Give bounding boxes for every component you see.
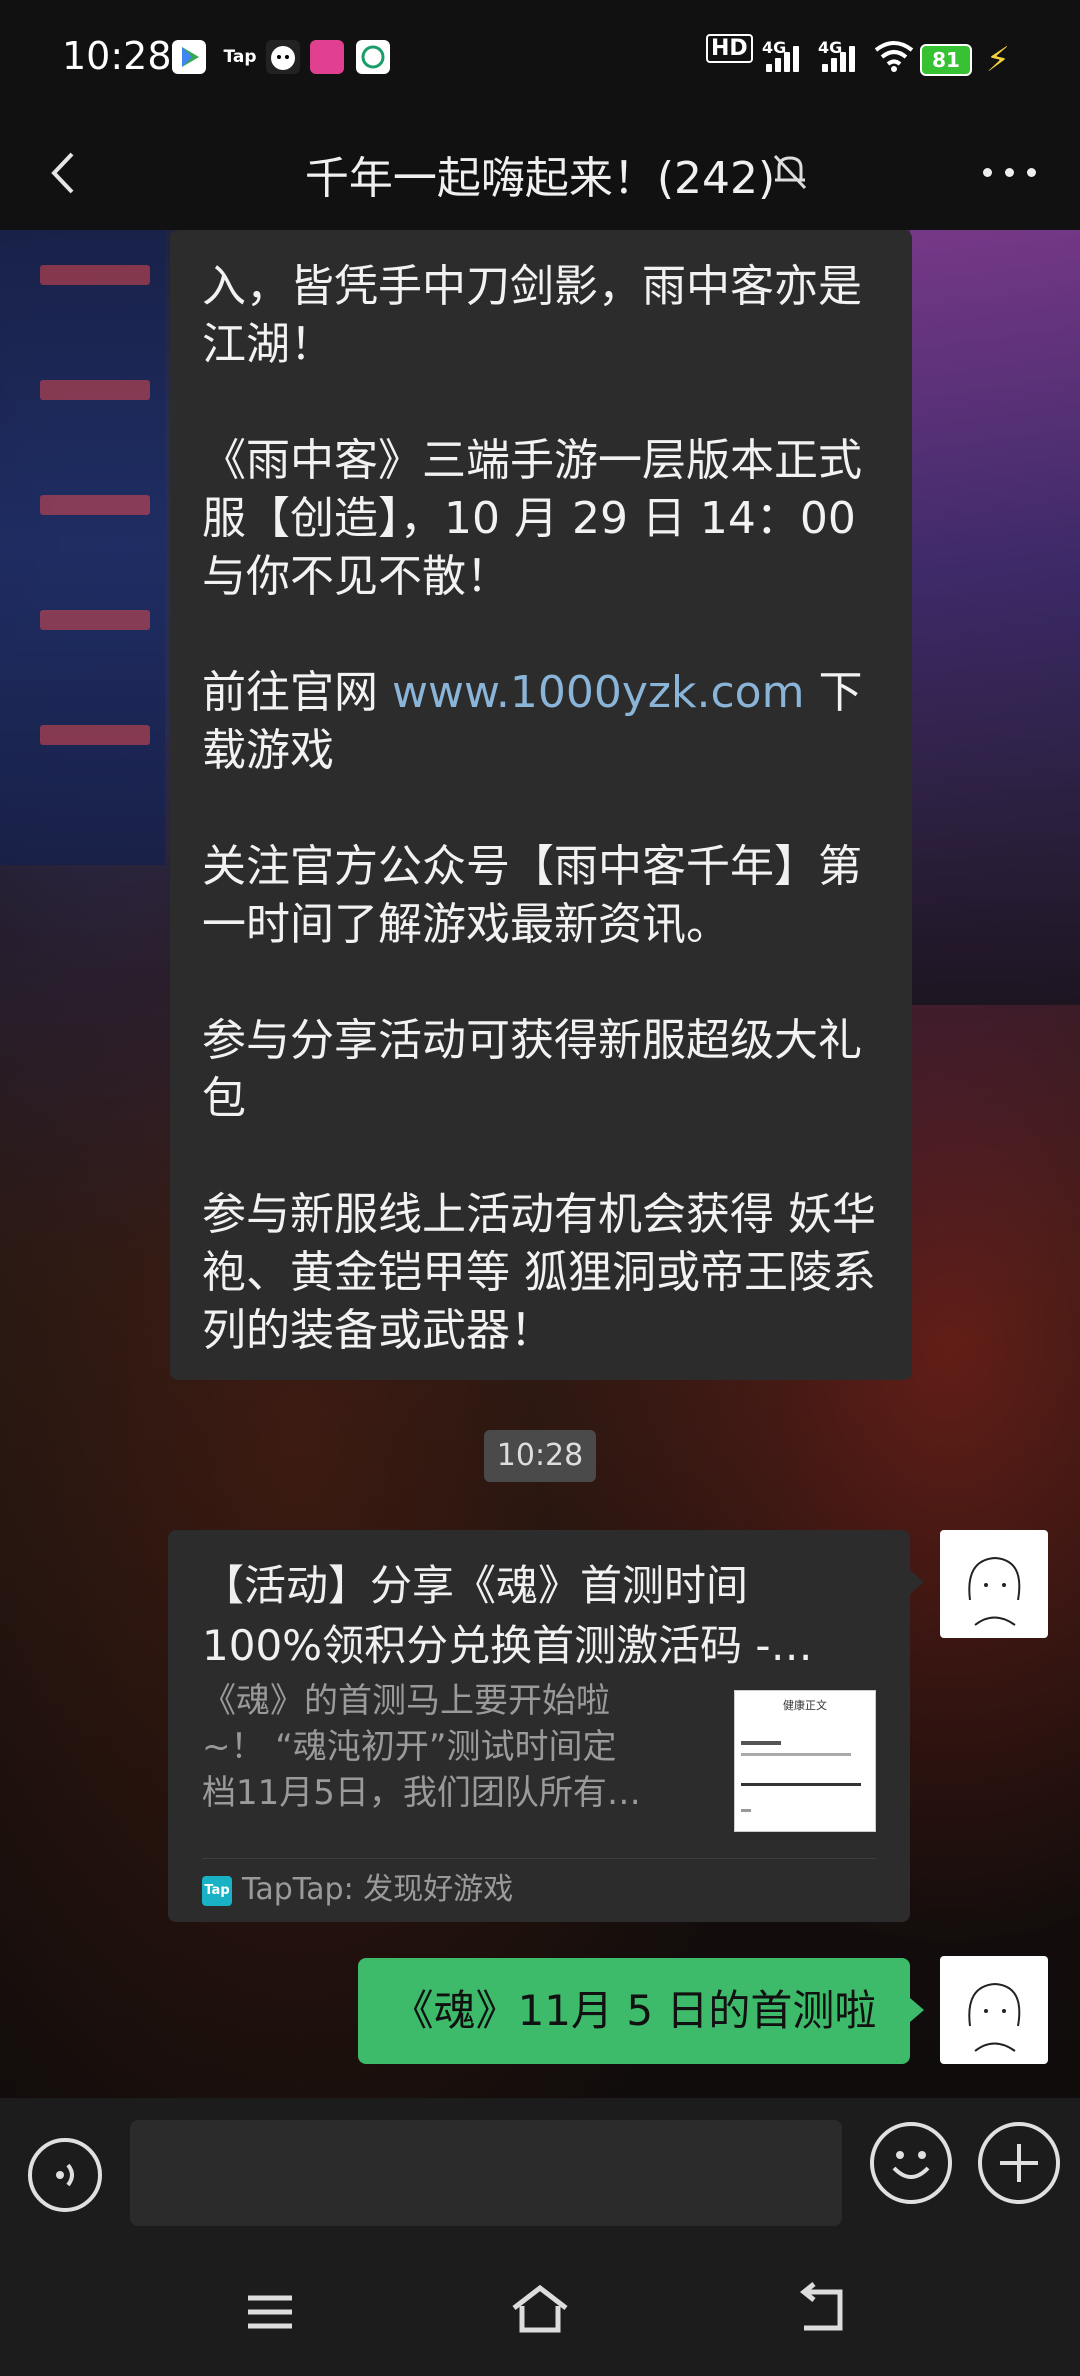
- sketch-avatar-icon: [968, 1982, 1021, 2052]
- paragraph-5: 参与分享活动可获得新服超级大礼包: [202, 1015, 862, 1124]
- message-text: .入，皆凭手中刀剑影，雨中客亦是江湖！ 《雨中客》三端手游一层版本正式服【创造】…: [202, 230, 882, 1380]
- chat-header: 千年一起嗨起来！(242): [0, 120, 1080, 230]
- chicken-icon: [266, 40, 300, 74]
- wifi-icon: [874, 40, 914, 76]
- message-bubble-received[interactable]: .入，皆凭手中刀剑影，雨中客亦是江湖！ 《雨中客》三端手游一层版本正式服【创造】…: [170, 230, 912, 1380]
- lemon-icon: [310, 40, 344, 74]
- voice-button[interactable]: [28, 2138, 102, 2212]
- link-card-message[interactable]: 【活动】分享《魂》首测时间 100%领积分兑换首测激活码 -… 《魂》的首测马上…: [168, 1530, 910, 1922]
- link-card-source: Tap TapTap: 发现好游戏: [202, 1870, 513, 1910]
- bubble-tail: [910, 1998, 924, 2022]
- back-nav-button[interactable]: [790, 2282, 850, 2344]
- signal-icon-2: [822, 44, 860, 72]
- paragraph-3: 前往官网 www.1000yzk.com 下载游戏: [202, 667, 863, 776]
- menu-icon: [248, 2295, 292, 2329]
- website-link[interactable]: www.1000yzk.com: [392, 667, 804, 718]
- paragraph-2: 《雨中客》三端手游一层版本正式服【创造】，10 月 29 日 14：00 与你不…: [202, 435, 862, 602]
- self-avatar[interactable]: [940, 1530, 1048, 1638]
- chat-title: 千年一起嗨起来！(242): [304, 153, 776, 204]
- add-button[interactable]: [978, 2122, 1060, 2204]
- input-bar: [0, 2098, 1080, 2248]
- play-games-icon: [172, 40, 206, 74]
- signal-icon-1: [766, 44, 804, 72]
- link-card-thumbnail: 健康正文: [734, 1690, 876, 1832]
- status-time: 10:28: [62, 34, 172, 78]
- voice-icon: [56, 2163, 74, 2187]
- link-card-divider: [202, 1858, 876, 1859]
- background-left-monitor: [0, 225, 165, 865]
- link-card-title: 【活动】分享《魂》首测时间 100%领积分兑换首测激活码 -…: [202, 1561, 813, 1670]
- message-bubble-sent[interactable]: 《魂》11月 5 日的首测啦: [358, 1958, 910, 2064]
- mobile-icon: [356, 40, 390, 74]
- background-right-monitor: [910, 225, 1080, 1005]
- paragraph-4: 关注官方公众号【雨中客千年】第一时间了解游戏最新资讯。: [202, 841, 862, 950]
- link-card-description: 《魂》的首测马上要开始啦 ~！ “魂沌初开”测试时间定 档11月5日，我们团队所…: [202, 1681, 641, 1813]
- plus-icon: [1000, 2144, 1038, 2182]
- sketch-avatar-icon: [968, 1556, 1021, 1626]
- bubble-tail: [910, 1570, 924, 1594]
- status-bar: 10:28 Tap HD 4G 4G 81 ⚡: [0, 0, 1080, 120]
- battery-icon: 81: [920, 44, 972, 76]
- mute-bell-icon: [765, 146, 815, 196]
- charging-icon: ⚡: [986, 40, 1010, 80]
- home-icon: [512, 2284, 568, 2333]
- smiley-icon: [892, 2151, 930, 2179]
- home-button[interactable]: [508, 2280, 572, 2344]
- more-options-button[interactable]: [975, 148, 1045, 198]
- hd-indicator: HD: [706, 34, 753, 63]
- message-timestamp: 10:28: [484, 1430, 596, 1482]
- self-avatar[interactable]: [940, 1956, 1048, 2064]
- taptap-icon: Tap: [202, 1875, 232, 1906]
- menu-button[interactable]: [240, 2284, 300, 2344]
- return-icon: [799, 2282, 843, 2331]
- system-nav-bar: [0, 2248, 1080, 2376]
- message-input[interactable]: [130, 2120, 842, 2226]
- emoji-button[interactable]: [870, 2122, 952, 2204]
- tap-icon: Tap: [223, 47, 257, 67]
- paragraph-1: 入，皆凭手中刀剑影，雨中客亦是江湖！: [202, 261, 862, 370]
- paragraph-6: 参与新服线上活动有机会获得 妖华袍、黄金铠甲等 狐狸洞或帝王陵系列的装备或武器！: [202, 1189, 876, 1356]
